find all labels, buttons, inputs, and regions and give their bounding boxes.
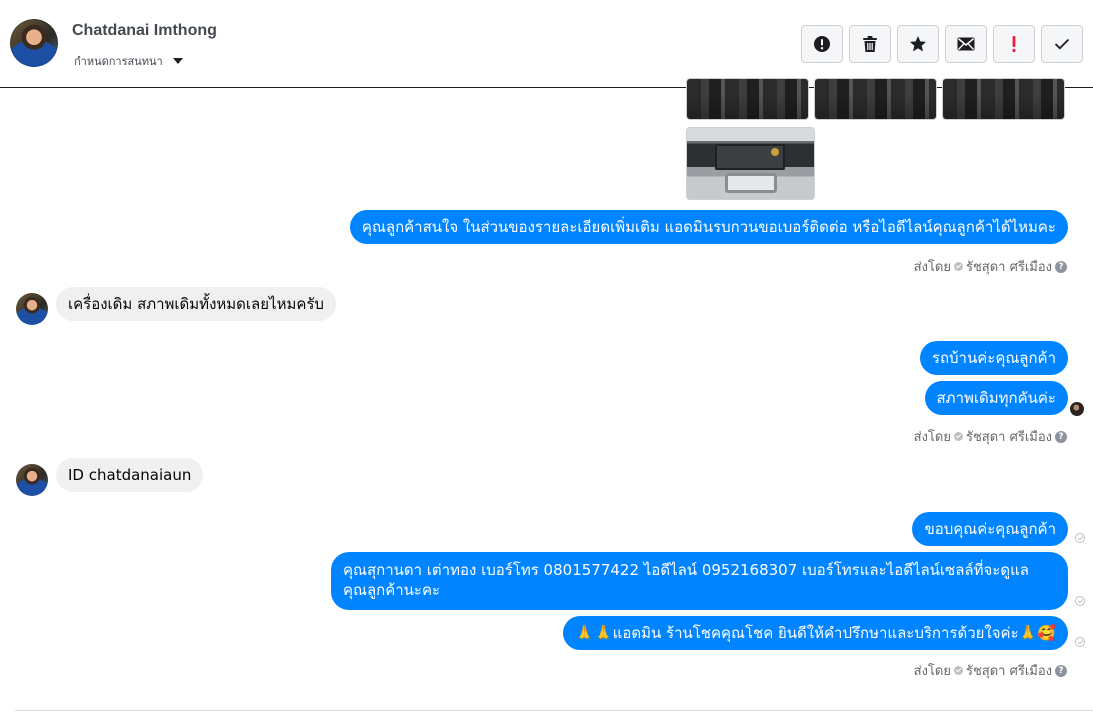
mark-unread-button[interactable] [945, 25, 987, 63]
contact-avatar-small[interactable] [16, 293, 48, 325]
sent-by-info: ส่งโดย รัชสุดา ศรีเมือง ? [914, 660, 1067, 681]
mail-icon [957, 37, 975, 51]
engine-cap-shape [771, 148, 779, 156]
alert-circle-icon [814, 36, 830, 52]
outgoing-message[interactable]: ขอบคุณค่ะคุณลูกค้า [912, 512, 1068, 546]
assign-conversation-dropdown[interactable]: กำหนดการสนทนา [74, 52, 183, 70]
delivered-icon [1075, 596, 1085, 606]
attached-photo[interactable] [814, 78, 937, 120]
sent-by-label: ส่งโดย [913, 430, 951, 445]
outgoing-message[interactable]: คุณสุกานดา เต่าทอง เบอร์โทร 0801577422 ไ… [331, 552, 1068, 610]
composer-divider [15, 710, 1093, 711]
help-icon[interactable]: ? [1055, 260, 1067, 273]
conversation-header: Chatdanai Imthong กำหนดการสนทนา [0, 0, 1093, 88]
contact-avatar-small[interactable] [16, 464, 48, 496]
check-icon [1054, 38, 1070, 50]
incoming-message[interactable]: ID chatdanaiaun [56, 458, 204, 492]
sender-name[interactable]: รัชสุดา ศรีเมือง [966, 660, 1052, 681]
help-icon[interactable]: ? [1055, 664, 1067, 677]
exclamation-icon [1012, 36, 1016, 53]
follow-up-button[interactable] [993, 25, 1035, 63]
attached-photo[interactable] [686, 127, 815, 200]
assign-conversation-label: กำหนดการสนทนา [74, 55, 163, 68]
sent-check-icon [953, 666, 963, 675]
sent-check-icon [953, 432, 963, 441]
outgoing-message[interactable]: คุณลูกค้าสนใจ ในส่วนของรายละเอียดเพิ่มเต… [349, 210, 1068, 244]
sent-by-label: ส่งโดย [913, 664, 951, 679]
outgoing-message[interactable]: สภาพเดิมทุกคันค่ะ [924, 381, 1068, 415]
mark-done-button[interactable] [1041, 25, 1083, 63]
star-button[interactable] [897, 25, 939, 63]
attached-photo[interactable] [686, 78, 809, 120]
contact-name[interactable]: Chatdanai Imthong [72, 22, 217, 40]
sender-name[interactable]: รัชสุดา ศรีเมือง [966, 256, 1052, 277]
trash-icon [863, 36, 877, 52]
sender-name[interactable]: รัชสุดา ศรีเมือง [966, 426, 1052, 447]
mark-spam-button[interactable] [801, 25, 843, 63]
message-line: คุณลูกค้านะคะ [343, 581, 441, 599]
outgoing-message[interactable]: 🙏🙏แอดมิน ร้านโชคคุณโชค ยินดีให้คำปรึกษาแ… [563, 616, 1068, 650]
message-line: คุณสุกานดา เต่าทอง เบอร์โทร 0801577422 ไ… [343, 561, 1029, 579]
sent-by-info: ส่งโดย รัชสุดา ศรีเมือง ? [914, 256, 1067, 277]
sent-check-icon [953, 262, 963, 271]
delivered-icon [1075, 637, 1085, 647]
delivered-icon [1075, 533, 1085, 543]
outgoing-message[interactable]: รถบ้านค่ะคุณลูกค้า [919, 341, 1068, 375]
star-icon [910, 36, 926, 52]
sent-by-info: ส่งโดย รัชสุดา ศรีเมือง ? [914, 426, 1067, 447]
sent-by-label: ส่งโดย [913, 260, 951, 275]
conversation-toolbar [801, 25, 1083, 63]
attached-photo[interactable] [942, 78, 1065, 120]
caret-down-icon [172, 58, 183, 64]
car-grill-shape [725, 173, 777, 193]
help-icon[interactable]: ? [1055, 430, 1067, 443]
delete-button[interactable] [849, 25, 891, 63]
contact-avatar[interactable] [10, 19, 58, 67]
seen-avatar [1070, 402, 1084, 416]
incoming-message[interactable]: เครื่องเดิม สภาพเดิมทั้งหมดเลยไหมครับ [56, 287, 336, 321]
